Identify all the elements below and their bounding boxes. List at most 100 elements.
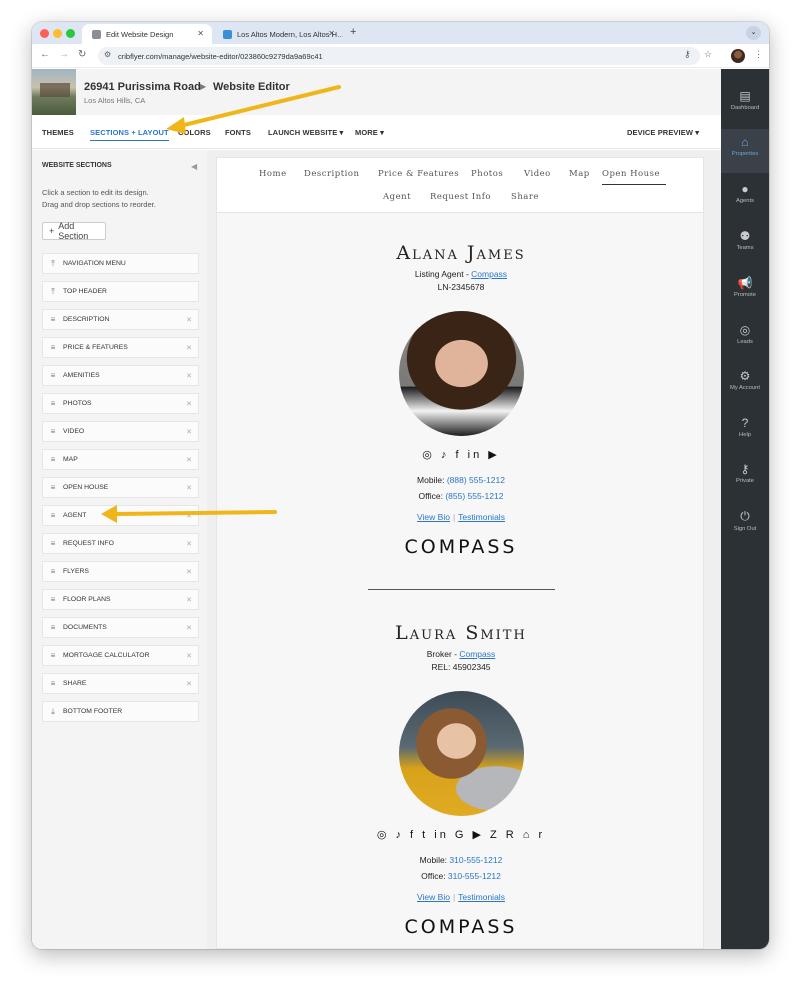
property-thumbnail[interactable] (32, 69, 76, 115)
remove-section-icon[interactable]: ✕ (186, 624, 192, 632)
menu-sections-layout[interactable]: SECTIONS + LAYOUT (90, 128, 169, 141)
remove-section-icon[interactable]: ✕ (186, 372, 192, 380)
tab-close-icon[interactable]: ✕ (197, 29, 204, 38)
drag-handle-icon[interactable]: ≡ (43, 567, 63, 576)
agent-social-icons[interactable]: ◎ ♪ f in ▶ (217, 448, 703, 461)
reload-icon[interactable]: ↻ (78, 49, 86, 60)
site-info-icon[interactable]: ⚙ (104, 50, 111, 59)
back-icon[interactable]: ← (40, 49, 50, 60)
zoom-window-button[interactable] (66, 29, 75, 38)
nav-promote[interactable]: 📢 Promote (721, 276, 769, 298)
remove-section-icon[interactable]: ✕ (186, 428, 192, 436)
section-map[interactable]: ≡ MAP ✕ (42, 449, 199, 470)
preview-nav-video[interactable]: Video (524, 169, 551, 179)
agent-company-link[interactable]: Compass (459, 649, 495, 659)
preview-nav-price-features[interactable]: Price & Features (378, 169, 459, 179)
minimize-window-button[interactable] (53, 29, 62, 38)
section-video[interactable]: ≡ VIDEO ✕ (42, 421, 199, 442)
remove-section-icon[interactable]: ✕ (186, 512, 192, 520)
nav-teams[interactable]: ⚉ Teams (721, 229, 769, 251)
remove-section-icon[interactable]: ✕ (186, 344, 192, 352)
agent-social-icons[interactable]: ◎ ♪ f t in G ▶ Z R ⌂ r (217, 828, 703, 841)
menu-colors[interactable]: COLORS (178, 128, 211, 137)
section-navigation-menu[interactable]: ⤒ NAVIGATION MENU (42, 253, 199, 274)
nav-sign-out[interactable]: ⏻ Sign Out (721, 509, 769, 532)
preview-nav-open-house[interactable]: Open House (602, 169, 666, 185)
section-amenities[interactable]: ≡ AMENITIES ✕ (42, 365, 199, 386)
preview-nav-photos[interactable]: Photos (471, 169, 503, 179)
collapse-panel-icon[interactable]: ◀ (191, 162, 197, 171)
office-phone-link[interactable]: 310-555-1212 (448, 871, 501, 881)
nav-dashboard[interactable]: ▤ Dashboard (721, 89, 769, 111)
preview-nav-description[interactable]: Description (304, 169, 359, 179)
menu-device-preview[interactable]: DEVICE PREVIEW ▾ (627, 128, 699, 137)
testimonials-link[interactable]: Testimonials (458, 512, 505, 522)
section-price-features[interactable]: ≡ PRICE & FEATURES ✕ (42, 337, 199, 358)
preview-nav-agent[interactable]: Agent (383, 192, 411, 202)
nav-agents[interactable]: ● Agents (721, 182, 769, 204)
remove-section-icon[interactable]: ✕ (186, 456, 192, 464)
tab-edit-website-design[interactable]: Edit Website Design ✕ (82, 24, 212, 44)
drag-handle-icon[interactable]: ≡ (43, 623, 63, 632)
preview-nav-request-info[interactable]: Request Info (430, 192, 491, 202)
browser-menu-icon[interactable]: ⋮ (754, 49, 763, 60)
drag-handle-icon[interactable]: ≡ (43, 679, 63, 688)
menu-fonts[interactable]: FONTS (225, 128, 251, 137)
menu-more[interactable]: MORE ▾ (355, 128, 384, 137)
profile-avatar[interactable] (731, 49, 745, 63)
section-top-header[interactable]: ⤒ TOP HEADER (42, 281, 199, 302)
tab-search-icon[interactable]: ⌄ (746, 26, 761, 40)
drag-handle-icon[interactable]: ≡ (43, 511, 63, 520)
nav-private[interactable]: ⚷ Private (721, 462, 769, 484)
remove-section-icon[interactable]: ✕ (186, 540, 192, 548)
section-flyers[interactable]: ≡ FLYERS ✕ (42, 561, 199, 582)
close-window-button[interactable] (40, 29, 49, 38)
drag-handle-icon[interactable]: ≡ (43, 595, 63, 604)
nav-my-account[interactable]: ⚙ My Account (721, 369, 769, 391)
remove-section-icon[interactable]: ✕ (186, 400, 192, 408)
agent-company-link[interactable]: Compass (471, 269, 507, 279)
view-bio-link[interactable]: View Bio (417, 892, 450, 902)
testimonials-link[interactable]: Testimonials (458, 892, 505, 902)
drag-handle-icon[interactable]: ≡ (43, 343, 63, 352)
drag-handle-icon[interactable]: ≡ (43, 455, 63, 464)
drag-handle-icon[interactable]: ≡ (43, 483, 63, 492)
section-documents[interactable]: ≡ DOCUMENTS ✕ (42, 617, 199, 638)
new-tab-icon[interactable]: + (350, 26, 356, 38)
nav-leads[interactable]: ◎ Leads (721, 323, 769, 345)
section-agent[interactable]: ≡ AGENT ✕ (42, 505, 199, 526)
drag-handle-icon[interactable]: ≡ (43, 399, 63, 408)
section-open-house[interactable]: ≡ OPEN HOUSE ✕ (42, 477, 199, 498)
add-section-button[interactable]: + Add Section (42, 221, 106, 241)
drag-handle-icon[interactable]: ≡ (43, 427, 63, 436)
menu-themes[interactable]: THEMES (42, 128, 74, 137)
nav-properties[interactable]: ⌂ Properties (721, 129, 769, 173)
preview-nav-share[interactable]: Share (511, 192, 539, 202)
section-bottom-footer[interactable]: ⤓ BOTTOM FOOTER (42, 701, 199, 722)
address-bar[interactable]: ⚙ cribflyer.com/manage/website-editor/02… (98, 47, 700, 65)
remove-section-icon[interactable]: ✕ (186, 652, 192, 660)
drag-handle-icon[interactable]: ≡ (43, 539, 63, 548)
remove-section-icon[interactable]: ✕ (186, 484, 192, 492)
section-request-info[interactable]: ≡ REQUEST INFO ✕ (42, 533, 199, 554)
office-phone-link[interactable]: (855) 555-1212 (445, 491, 503, 501)
section-description[interactable]: ≡ DESCRIPTION ✕ (42, 309, 199, 330)
drag-handle-icon[interactable]: ≡ (43, 315, 63, 324)
view-bio-link[interactable]: View Bio (417, 512, 450, 522)
mobile-phone-link[interactable]: (888) 555-1212 (447, 475, 505, 485)
drag-handle-icon[interactable]: ≡ (43, 371, 63, 380)
remove-section-icon[interactable]: ✕ (186, 316, 192, 324)
mobile-phone-link[interactable]: 310-555-1212 (449, 855, 502, 865)
nav-help[interactable]: ? Help (721, 416, 769, 438)
section-floor-plans[interactable]: ≡ FLOOR PLANS ✕ (42, 589, 199, 610)
password-key-icon[interactable]: ⚷ (684, 49, 691, 60)
menu-launch-website[interactable]: LAUNCH WEBSITE ▾ (268, 128, 343, 137)
remove-section-icon[interactable]: ✕ (186, 680, 192, 688)
tab-los-altos-modern[interactable]: Los Altos Modern, Los Altos H… ✕ (213, 24, 343, 44)
section-share[interactable]: ≡ SHARE ✕ (42, 673, 199, 694)
section-mortgage-calculator[interactable]: ≡ MORTGAGE CALCULATOR ✕ (42, 645, 199, 666)
tab-close-icon[interactable]: ✕ (328, 29, 335, 38)
preview-nav-map[interactable]: Map (569, 169, 590, 179)
section-photos[interactable]: ≡ PHOTOS ✕ (42, 393, 199, 414)
drag-handle-icon[interactable]: ≡ (43, 651, 63, 660)
